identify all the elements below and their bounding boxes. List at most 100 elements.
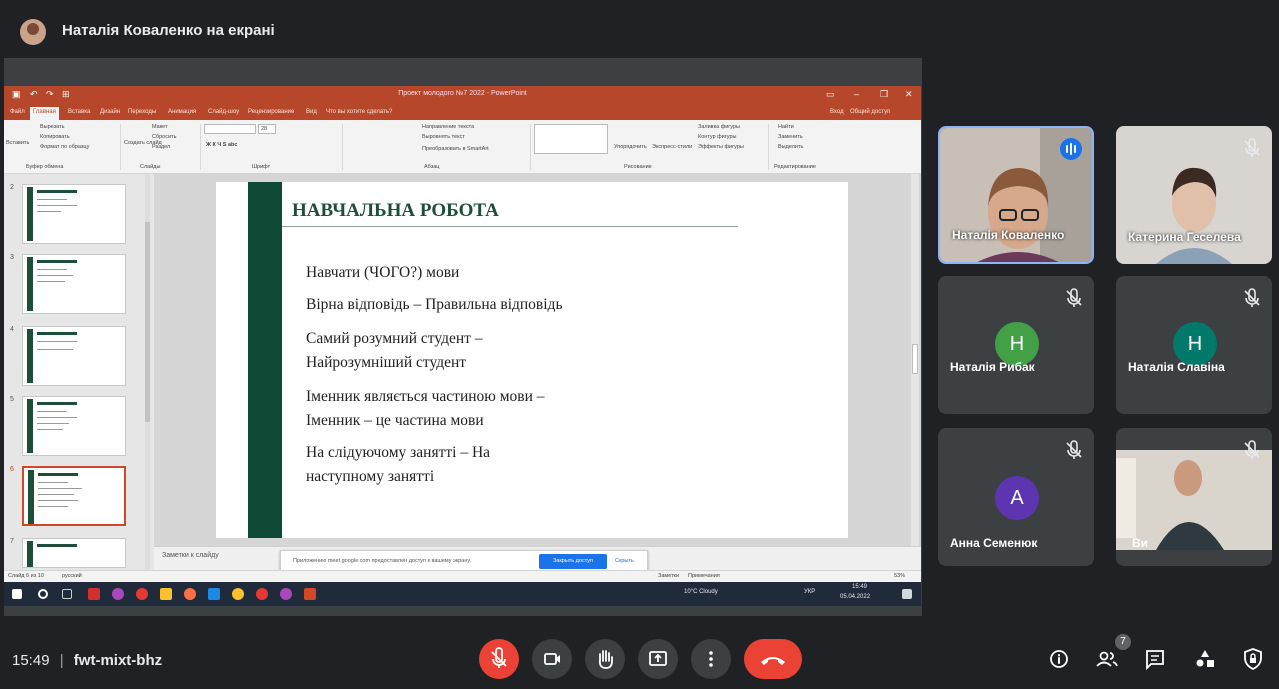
slide-thumbnail[interactable] bbox=[22, 396, 126, 456]
camera-toggle-button[interactable] bbox=[532, 639, 572, 679]
participant-tile[interactable]: А Анна Семенюк bbox=[938, 428, 1094, 566]
slide-thumbnail-selected[interactable] bbox=[22, 466, 126, 526]
tell-me-search[interactable]: Что вы хотите сделать? bbox=[326, 109, 392, 115]
slide-thumbnail[interactable] bbox=[22, 184, 126, 244]
keyboard-language[interactable]: УКР bbox=[804, 589, 815, 595]
maximize-icon[interactable]: ❐ bbox=[880, 89, 888, 100]
tab-file[interactable]: Файл bbox=[10, 109, 25, 115]
slide-thumbnail[interactable] bbox=[22, 254, 126, 314]
host-controls-button[interactable] bbox=[1240, 646, 1266, 672]
people-button[interactable] bbox=[1094, 646, 1120, 672]
present-screen-button[interactable] bbox=[638, 639, 678, 679]
word-icon[interactable] bbox=[208, 588, 220, 600]
firefox-icon[interactable] bbox=[184, 588, 196, 600]
taskbar-date[interactable]: 05.04.2022 bbox=[840, 594, 870, 600]
section-button[interactable]: Раздел bbox=[152, 144, 170, 150]
ppt-status-bar: Слайд 6 из 10 русский Заметки Примечания… bbox=[4, 570, 921, 582]
participant-tile[interactable]: Катерина Геселева bbox=[1116, 126, 1272, 264]
close-icon[interactable]: ✕ bbox=[905, 89, 913, 100]
app-icon[interactable] bbox=[88, 588, 100, 600]
app-icon[interactable] bbox=[280, 588, 292, 600]
participant-tile[interactable]: Н Наталія Славіна bbox=[1116, 276, 1272, 414]
editor-scrollbar[interactable] bbox=[911, 174, 919, 546]
shape-fill-button[interactable]: Заливка фигуры bbox=[698, 124, 740, 130]
shapes-gallery[interactable] bbox=[534, 124, 608, 154]
align-text-button[interactable]: Выровнять текст bbox=[422, 134, 465, 140]
font-name-box[interactable] bbox=[204, 124, 256, 134]
thumbnail-number: 2 bbox=[10, 184, 14, 191]
meeting-details-button[interactable] bbox=[1046, 646, 1072, 672]
slide-thumbnail[interactable] bbox=[22, 326, 126, 386]
tab-view[interactable]: Вид bbox=[306, 109, 317, 115]
font-size-box[interactable]: 28 bbox=[258, 124, 276, 134]
shape-effects-button[interactable]: Эффекты фигуры bbox=[698, 144, 744, 150]
convert-smartart-button[interactable]: Преобразовать в SmartArt bbox=[422, 146, 489, 152]
hide-banner-link[interactable]: Скрыть bbox=[615, 558, 634, 564]
reset-button[interactable]: Сбросить bbox=[152, 134, 176, 140]
replace-button[interactable]: Заменить bbox=[778, 134, 803, 140]
slide-title: НАВЧАЛЬНА РОБОТА bbox=[292, 200, 499, 221]
signin-link[interactable]: Вход bbox=[830, 109, 844, 115]
copy-button[interactable]: Копировать bbox=[40, 134, 70, 140]
tab-design[interactable]: Дизайн bbox=[100, 109, 120, 115]
tab-transitions[interactable]: Переходы bbox=[128, 109, 156, 115]
ribbon-divider bbox=[530, 124, 531, 170]
app-icon[interactable] bbox=[256, 588, 268, 600]
paste-button[interactable]: Вставить bbox=[6, 140, 29, 146]
shape-outline-button[interactable]: Контур фигуры bbox=[698, 134, 736, 140]
powerpoint-icon[interactable] bbox=[304, 588, 316, 600]
text-direction-button[interactable]: Направление текста bbox=[422, 124, 474, 130]
zoom-level[interactable]: 53% bbox=[894, 573, 905, 579]
slide-accent-bar bbox=[248, 182, 282, 538]
font-format-icons[interactable]: Ж К Ч S abc bbox=[206, 142, 237, 148]
participant-count-badge: 7 bbox=[1115, 634, 1131, 650]
tab-animation[interactable]: Анимация bbox=[168, 109, 196, 115]
select-button[interactable]: Выделить bbox=[778, 144, 803, 150]
activities-button[interactable] bbox=[1192, 646, 1218, 672]
cut-button[interactable]: Вырезать bbox=[40, 124, 64, 130]
participant-tile[interactable]: Н Наталія Рибак bbox=[938, 276, 1094, 414]
chrome-icon[interactable] bbox=[232, 588, 244, 600]
format-painter-button[interactable]: Формат по образцу bbox=[40, 144, 89, 150]
current-slide[interactable]: НАВЧАЛЬНА РОБОТА Навчати (ЧОГО?) мови Ві… bbox=[216, 182, 848, 538]
app-icon[interactable] bbox=[112, 588, 124, 600]
thumbnails-scrollbar[interactable] bbox=[145, 174, 150, 570]
ribbon-divider bbox=[768, 124, 769, 170]
arrange-button[interactable]: Упорядочить bbox=[614, 144, 647, 150]
share-link[interactable]: Общий доступ bbox=[850, 109, 890, 115]
tab-insert[interactable]: Вставка bbox=[68, 109, 90, 115]
tab-review[interactable]: Рецензирование bbox=[248, 109, 294, 115]
quick-styles-button[interactable]: Экспресс-стили bbox=[652, 144, 692, 150]
layout-button[interactable]: Макет bbox=[152, 124, 168, 130]
task-view-icon[interactable] bbox=[62, 589, 72, 599]
participant-name: Наталія Славіна bbox=[1128, 360, 1225, 374]
status-language[interactable]: русский bbox=[62, 573, 82, 579]
opera-icon[interactable] bbox=[136, 588, 148, 600]
notes-toggle[interactable]: Заметки bbox=[658, 573, 679, 579]
tab-home[interactable]: Главная bbox=[30, 107, 59, 120]
slide-thumbnail[interactable] bbox=[22, 538, 126, 568]
slide-text-line: Навчати (ЧОГО?) мови bbox=[306, 264, 460, 281]
find-button[interactable]: Найти bbox=[778, 124, 794, 130]
ribbon-display-icon[interactable]: ▭ bbox=[826, 89, 835, 100]
mic-toggle-button[interactable] bbox=[479, 639, 519, 679]
slide-text-line: Найрозумніший студент bbox=[306, 354, 467, 371]
participant-tile-self[interactable]: Ви bbox=[1116, 428, 1272, 566]
slides-group-label: Слайды bbox=[140, 164, 161, 170]
weather-widget[interactable]: 10°C Cloudy bbox=[684, 589, 718, 595]
comments-toggle[interactable]: Примечания bbox=[688, 573, 720, 579]
minimize-icon[interactable]: – bbox=[854, 89, 859, 99]
search-icon[interactable] bbox=[38, 589, 48, 599]
meeting-controls-bar: 15:49 | fwt-mixt-bhz 7 bbox=[0, 616, 1279, 689]
participant-tile-speaking[interactable]: Наталія Коваленко bbox=[938, 126, 1094, 264]
more-options-button[interactable] bbox=[691, 639, 731, 679]
tab-slideshow[interactable]: Слайд-шоу bbox=[208, 109, 239, 115]
notifications-icon[interactable] bbox=[902, 589, 912, 599]
chat-button[interactable] bbox=[1142, 646, 1168, 672]
start-icon[interactable] bbox=[12, 589, 22, 599]
stop-sharing-button[interactable]: Закрыть доступ bbox=[539, 554, 607, 569]
raise-hand-button[interactable] bbox=[585, 639, 625, 679]
taskbar-time[interactable]: 15:49 bbox=[852, 584, 867, 590]
file-explorer-icon[interactable] bbox=[160, 588, 172, 600]
leave-call-button[interactable] bbox=[744, 639, 802, 679]
